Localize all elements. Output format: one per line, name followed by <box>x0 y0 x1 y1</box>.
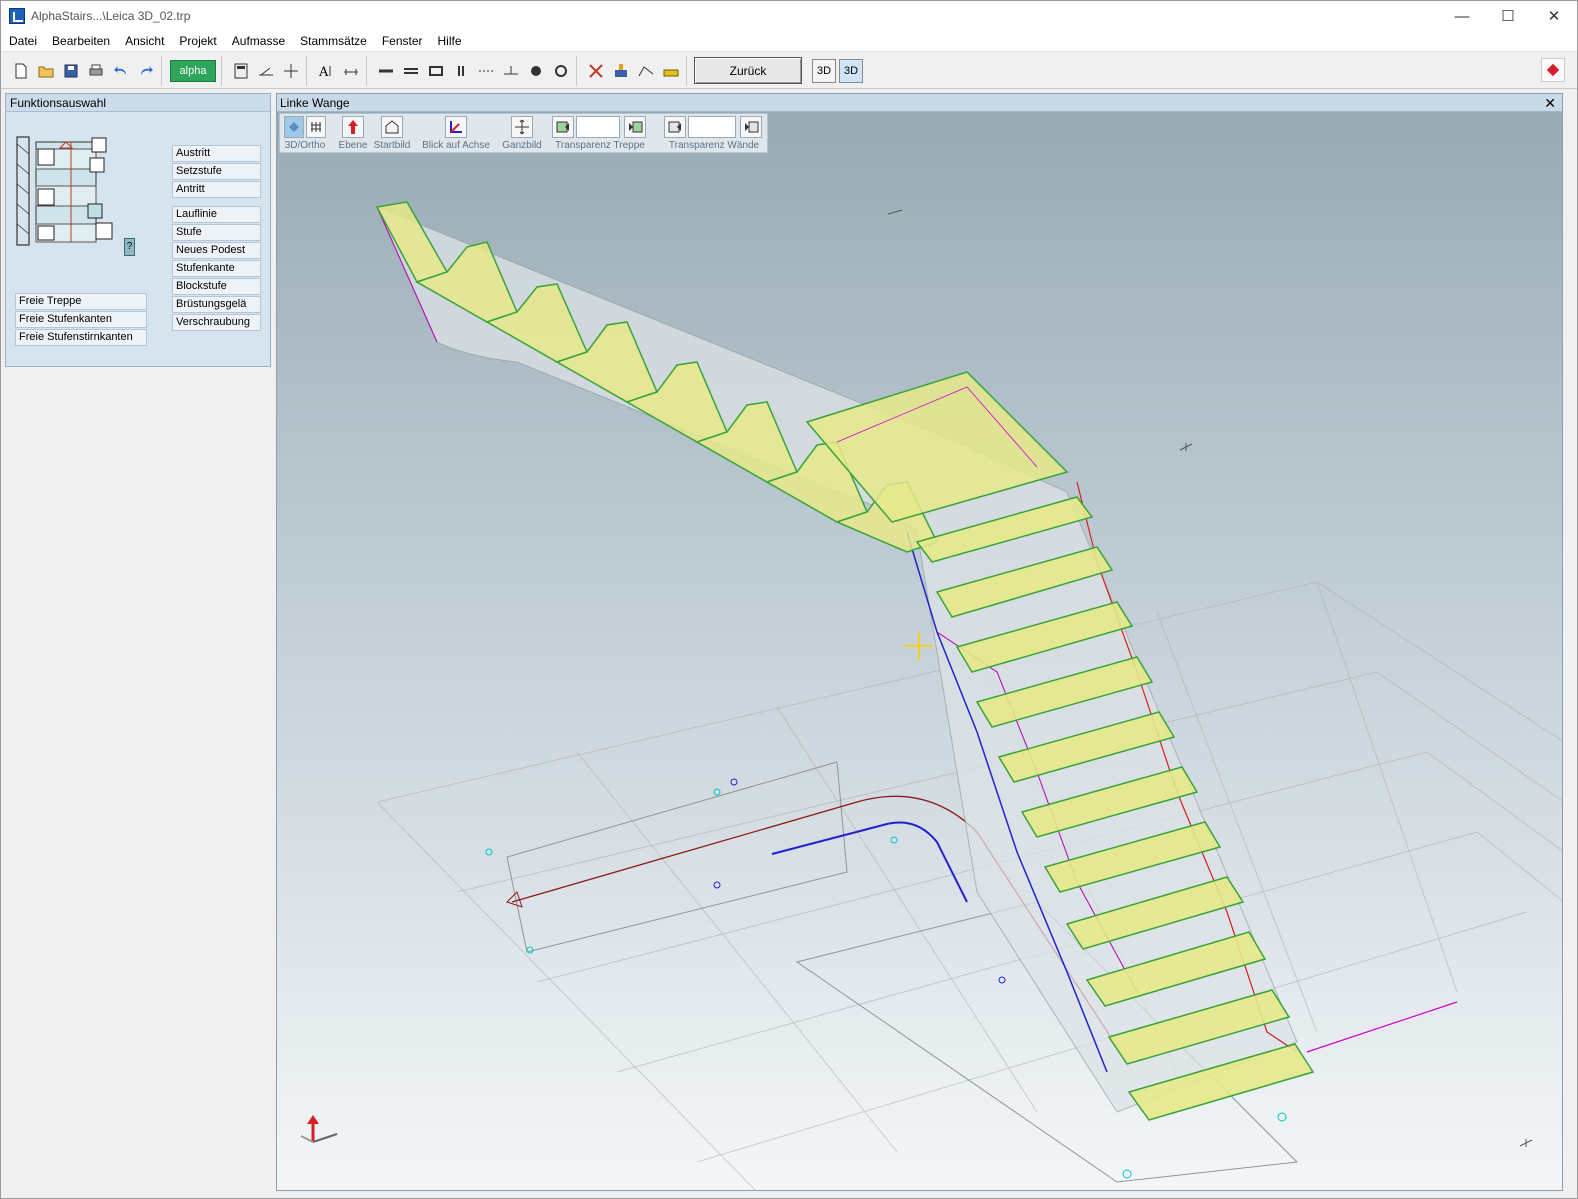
transparenz-waende-label: Transparenz Wände <box>668 140 760 151</box>
freie-stufenkanten-button[interactable]: Freie Stufenkanten <box>15 311 147 328</box>
viewport-toolbar: 3D/Ortho Ebene Startbild Blick auf Achse… <box>279 113 768 153</box>
startbild-tool[interactable]: Startbild <box>372 114 412 154</box>
menu-ansicht[interactable]: Ansicht <box>117 31 171 52</box>
close-button[interactable]: ✕ <box>1531 1 1577 31</box>
open-folder-icon[interactable] <box>34 59 57 82</box>
pause-icon[interactable] <box>449 59 472 82</box>
save-icon[interactable] <box>59 59 82 82</box>
function-panel: Funktionsauswahl ? Austritt Setzstufe An… <box>5 93 271 367</box>
freie-stufenstirnkanten-button[interactable]: Freie Stufenstirnkanten <box>15 329 147 346</box>
view-3d-box-button[interactable]: 3D <box>839 58 863 83</box>
3d-ortho-label: 3D/Ortho <box>284 140 326 151</box>
main-toolbar: alpha A Zurück 3D 3D <box>1 53 1577 89</box>
ebene-tool[interactable]: Ebene <box>338 114 368 154</box>
menu-stammsaetze[interactable]: Stammsätze <box>292 31 374 52</box>
antritt-button[interactable]: Antritt <box>172 181 261 198</box>
calculator-icon[interactable] <box>229 59 252 82</box>
stair-block-icon[interactable] <box>659 59 682 82</box>
frame-icon[interactable] <box>424 59 447 82</box>
svg-text:A: A <box>318 65 329 80</box>
menu-projekt[interactable]: Projekt <box>171 31 223 52</box>
austritt-button[interactable]: Austritt <box>172 145 261 162</box>
startbild-label: Startbild <box>373 140 411 151</box>
new-file-icon[interactable] <box>9 59 32 82</box>
title-bar: AlphaStairs...\Leica 3D_02.trp — ☐ ✕ <box>1 1 1577 31</box>
3d-ortho-tool[interactable]: 3D/Ortho <box>282 114 328 154</box>
verschraubung-button[interactable]: Verschraubung <box>172 314 261 331</box>
viewport-close-icon[interactable]: ✕ <box>1544 94 1556 112</box>
function-panel-title: Funktionsauswahl <box>6 94 270 112</box>
ganzbild-tool[interactable]: Ganzbild <box>500 114 544 154</box>
alphastairs-logo-icon[interactable] <box>1541 58 1565 82</box>
ebene-label: Ebene <box>338 140 368 151</box>
neues-podest-button[interactable]: Neues Podest <box>172 242 261 259</box>
beam-icon[interactable] <box>374 59 397 82</box>
menu-fenster[interactable]: Fenster <box>374 31 430 52</box>
tools-icon[interactable] <box>584 59 607 82</box>
stair-plan-diagram-icon[interactable] <box>16 134 124 250</box>
measure-device-icon[interactable] <box>524 59 547 82</box>
angle-icon[interactable] <box>254 59 277 82</box>
bruestungsgelaender-button[interactable]: Brüstungsgelä <box>172 296 261 313</box>
redo-icon[interactable] <box>134 59 157 82</box>
transparenz-treppe-tool[interactable]: Transparenz Treppe <box>552 114 648 154</box>
menu-bar: Datei Bearbeiten Ansicht Projekt Aufmass… <box>1 31 1577 52</box>
menu-bearbeiten[interactable]: Bearbeiten <box>44 31 117 52</box>
polyline-icon[interactable] <box>634 59 657 82</box>
blick-auf-achse-label: Blick auf Achse <box>422 140 490 151</box>
app-window: AlphaStairs...\Leica 3D_02.trp — ☐ ✕ Dat… <box>0 0 1578 1199</box>
stufe-button[interactable]: Stufe <box>172 224 261 241</box>
freie-treppe-button[interactable]: Freie Treppe <box>15 293 147 310</box>
maximize-button[interactable]: ☐ <box>1485 1 1531 31</box>
viewport-title: Linke Wange <box>277 94 1562 112</box>
alpha-button[interactable]: alpha <box>170 59 216 82</box>
zurueck-button[interactable]: Zurück <box>694 57 802 84</box>
machine-icon[interactable] <box>609 59 632 82</box>
double-beam-icon[interactable] <box>399 59 422 82</box>
undo-icon[interactable] <box>109 59 132 82</box>
dotted-line-icon[interactable] <box>474 59 497 82</box>
transparenz-treppe-slider[interactable] <box>576 116 620 138</box>
viewport-window: Linke Wange ✕ 3D/Ortho Ebene Startbild B… <box>276 93 1563 1191</box>
menu-datei[interactable]: Datei <box>1 31 44 52</box>
minimize-button[interactable]: — <box>1439 1 1485 31</box>
stufenkante-button[interactable]: Stufenkante <box>172 260 261 277</box>
3d-stair-viewport[interactable] <box>277 112 1563 1191</box>
transparenz-waende-tool[interactable]: Transparenz Wände <box>664 114 764 154</box>
print-icon[interactable] <box>84 59 107 82</box>
app-icon <box>9 8 25 24</box>
help-button[interactable]: ? <box>124 238 135 256</box>
gear-icon[interactable] <box>549 59 572 82</box>
menu-hilfe[interactable]: Hilfe <box>430 31 469 52</box>
view-3d-button[interactable]: 3D <box>812 58 836 83</box>
move-icon[interactable] <box>279 59 302 82</box>
dimension-icon[interactable] <box>339 59 362 82</box>
menu-aufmasse[interactable]: Aufmasse <box>224 31 292 52</box>
transparenz-waende-slider[interactable] <box>688 116 736 138</box>
ganzbild-label: Ganzbild <box>502 140 542 151</box>
window-title: AlphaStairs...\Leica 3D_02.trp <box>31 9 191 23</box>
blockstufe-button[interactable]: Blockstufe <box>172 278 261 295</box>
blick-auf-achse-tool[interactable]: Blick auf Achse <box>418 114 494 154</box>
text-icon[interactable]: A <box>314 59 337 82</box>
lauflinie-button[interactable]: Lauflinie <box>172 206 261 223</box>
level-icon[interactable] <box>499 59 522 82</box>
setzstufe-button[interactable]: Setzstufe <box>172 163 261 180</box>
transparenz-treppe-label: Transparenz Treppe <box>555 140 645 151</box>
